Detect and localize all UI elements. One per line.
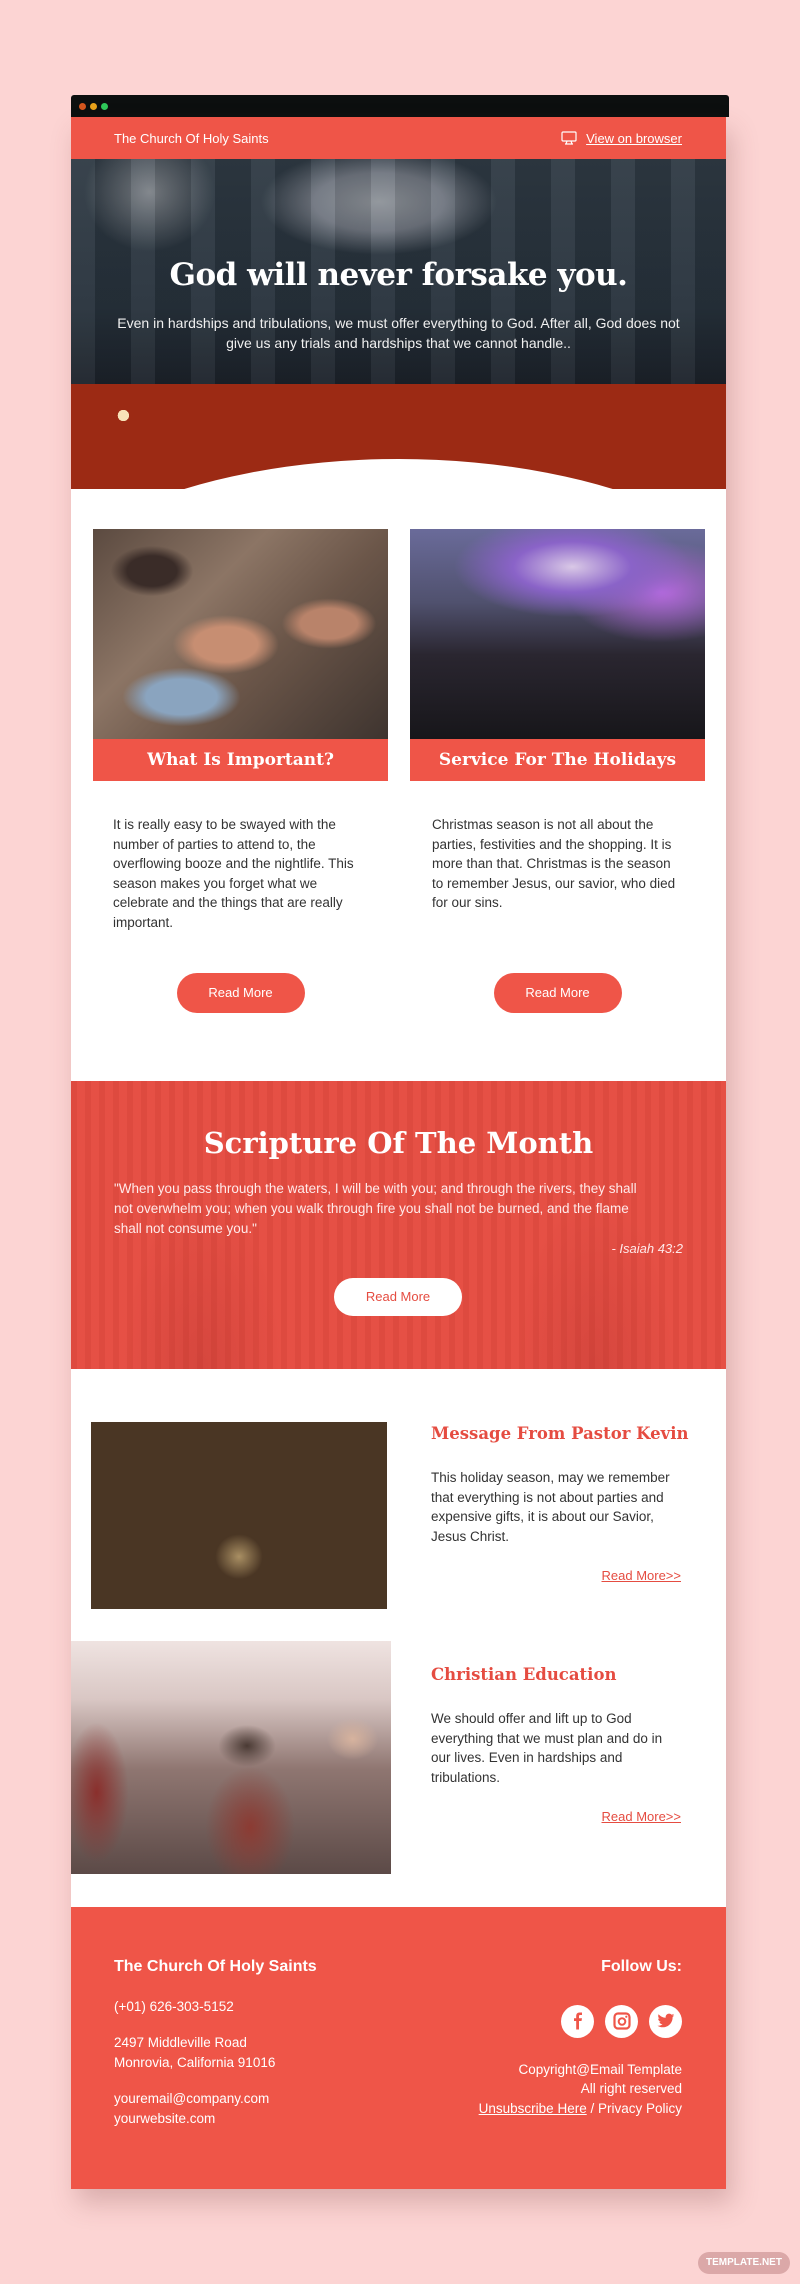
window-titlebar [71, 95, 729, 117]
hero-title: God will never forsake you. [169, 257, 628, 293]
maximize-window-button[interactable] [101, 103, 108, 110]
brand-name: The Church Of Holy Saints [114, 130, 269, 146]
hero-banner: God will never forsake you. Even in hard… [71, 159, 726, 489]
minimize-window-button[interactable] [90, 103, 97, 110]
scripture-of-the-month: Scripture Of The Month "When you pass th… [71, 1081, 726, 1369]
contact-info: The Church Of Holy Saints (+01) 626-303-… [114, 1957, 317, 2129]
feature-christian-education: Christian Education We should offer and … [431, 1665, 701, 1824]
legal-separator: / [586, 2100, 598, 2116]
praying-hands-image [93, 529, 388, 739]
scripture-reference: - Isaiah 43:2 [611, 1241, 683, 1256]
footer-phone: (+01) 626-303-5152 [114, 1998, 234, 2014]
worship-crowd-image [410, 529, 705, 739]
footer-address-line1: 2497 Middleville Road [114, 2035, 247, 2051]
social-links [479, 2004, 682, 2038]
footer-website[interactable]: yourwebsite.com [114, 2109, 317, 2129]
feature-body: We should offer and lift up to God every… [431, 1711, 663, 1785]
cathedral-nave-image [91, 1422, 387, 1609]
privacy-policy-link[interactable]: Privacy Policy [598, 2101, 682, 2116]
congregation-image [71, 1641, 391, 1874]
copyright-text: Copyright@Email Template [518, 2061, 682, 2077]
feature-articles: Message From Pastor Kevin This holiday s… [71, 1369, 726, 1907]
email-body: The Church Of Holy Saints View on browse… [71, 117, 726, 2189]
card-title: What Is Important? [93, 739, 388, 781]
scripture-read-more-button[interactable]: Read More [334, 1278, 462, 1316]
read-more-button[interactable]: Read More [176, 973, 305, 1013]
template-net-watermark: TEMPLATE.NET [698, 2252, 790, 2274]
scripture-title: Scripture Of The Month [203, 1126, 594, 1160]
hero-subtitle: Even in hardships and tribulations, we m… [117, 315, 680, 351]
feature-title: Christian Education [431, 1665, 617, 1684]
scripture-quote: "When you pass through the waters, I wil… [114, 1181, 637, 1236]
unsubscribe-link[interactable]: Unsubscribe Here [479, 2101, 587, 2116]
card-body: It is really easy to be swayed with the … [113, 817, 354, 930]
close-window-button[interactable] [79, 103, 86, 110]
card-title: Service For The Holidays [410, 739, 705, 781]
instagram-icon[interactable] [605, 2004, 638, 2038]
email-preview-window: The Church Of Holy Saints View on browse… [71, 95, 729, 2189]
legal-links: Unsubscribe Here / Privacy Policy [479, 2099, 682, 2119]
rights-text: All right reserved [580, 2081, 682, 2097]
monitor-icon [561, 131, 577, 145]
twitter-icon[interactable] [649, 2004, 682, 2038]
read-more-link[interactable]: Read More>> [431, 1568, 682, 1583]
article-cards: What Is Important? It is really easy to … [71, 489, 726, 1081]
read-more-button[interactable]: Read More [493, 973, 622, 1013]
read-more-link[interactable]: Read More>> [431, 1809, 682, 1824]
email-footer: The Church Of Holy Saints (+01) 626-303-… [71, 1907, 726, 2189]
feature-title: Message From Pastor Kevin [431, 1424, 689, 1443]
follow-us-label: Follow Us: [601, 1958, 682, 1975]
view-on-browser-link[interactable]: View on browser [586, 131, 682, 146]
footer-church-name: The Church Of Holy Saints [114, 1958, 317, 1975]
feature-pastor-message: Message From Pastor Kevin This holiday s… [431, 1424, 701, 1583]
feature-body: This holiday season, may we remember tha… [431, 1470, 670, 1544]
footer-social-legal: Follow Us: Copyright@Email Template All … [479, 1957, 682, 2118]
card-what-is-important: What Is Important? It is really easy to … [93, 529, 388, 1013]
card-service-for-holidays: Service For The Holidays Christmas seaso… [410, 529, 705, 1013]
card-body: Christmas season is not all about the pa… [432, 817, 676, 911]
view-on-browser[interactable]: View on browser [561, 131, 682, 146]
footer-email[interactable]: youremail@company.com [114, 2089, 317, 2109]
facebook-icon[interactable] [561, 2004, 594, 2038]
footer-address-line2: Monrovia, California 91016 [114, 2054, 276, 2070]
email-topbar: The Church Of Holy Saints View on browse… [71, 117, 726, 159]
